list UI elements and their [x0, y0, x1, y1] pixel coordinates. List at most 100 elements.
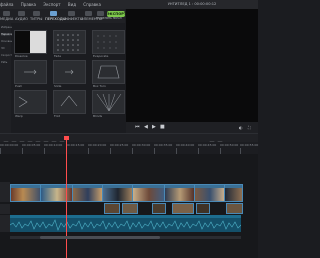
- rays-icon: [96, 93, 122, 112]
- transition-name: Fold: [54, 114, 61, 118]
- tab-label: ПЕРЕХОДЫ: [45, 17, 66, 21]
- arrow-icon: [24, 69, 37, 75]
- clip-header: [133, 185, 165, 188]
- transitions-grid: Dissolve Fade Evaporate Push Slide Box T…: [12, 26, 125, 133]
- transition-name: Evaporate: [93, 54, 109, 58]
- play-icon[interactable]: ▶: [152, 125, 156, 130]
- step-back-icon[interactable]: ◀: [144, 125, 148, 130]
- transition-icon: [50, 11, 57, 16]
- ruler-tick-label: 00:00:05:00: [22, 143, 41, 147]
- tab-label: АУДИО: [15, 17, 28, 21]
- video-track-header: [0, 182, 10, 202]
- transition-name: Fade: [54, 54, 62, 58]
- clip-header: [103, 185, 133, 188]
- clip-header: [165, 185, 195, 188]
- transition-thumb[interactable]: Box Turn: [92, 60, 125, 88]
- playhead-handle[interactable]: [64, 136, 69, 140]
- tab-effects[interactable]: ЭФФЕКТЫ: [64, 9, 83, 23]
- transition-name: Blinds: [93, 114, 103, 118]
- ruler-tick-label: 00:00:45:00: [198, 143, 217, 147]
- transition-thumb[interactable]: Slide: [53, 60, 86, 88]
- video-clip[interactable]: [224, 184, 243, 202]
- video-clip[interactable]: [172, 203, 194, 214]
- menu-item-file[interactable]: файла: [0, 2, 13, 7]
- transition-name: Slide: [54, 84, 62, 88]
- video-track-header: [0, 204, 10, 214]
- elements-icon: [85, 11, 92, 16]
- timeline-scrollbar-thumb[interactable]: [40, 236, 160, 239]
- transition-thumb[interactable]: Dissolve: [14, 30, 47, 58]
- stop-icon[interactable]: ■: [160, 125, 165, 130]
- text-icon: [33, 11, 40, 16]
- effects-icon: [68, 11, 75, 16]
- category-transitions[interactable]: Переходы: [1, 33, 15, 36]
- preview-title: УНТИТЛЕД 1 : 00:00:00:12: [167, 2, 217, 6]
- tab-label: МЕДИА: [0, 17, 14, 21]
- video-clip[interactable]: [226, 203, 243, 214]
- fullscreen-icon[interactable]: ⛶: [248, 125, 251, 130]
- menu-item-export[interactable]: Экспорт: [43, 2, 60, 7]
- transition-name: Push: [15, 84, 23, 88]
- video-clip[interactable]: [194, 184, 226, 202]
- playhead-line[interactable]: [66, 138, 67, 258]
- fold-icon: [60, 95, 78, 107]
- tab-audio[interactable]: АУДИО: [15, 9, 29, 23]
- transition-thumb[interactable]: Push: [14, 60, 47, 88]
- video-clip[interactable]: [196, 203, 210, 214]
- dots-grid-icon: [97, 35, 117, 49]
- tab-label: ТИТРЫ: [30, 17, 43, 21]
- playback-controls: ⏮ ◀ ▶ ■ ◐ ⛶: [126, 122, 258, 133]
- ruler-tick-label: 00:00:10:00: [44, 143, 63, 147]
- clip-header: [73, 185, 103, 188]
- video-clip[interactable]: [104, 203, 120, 214]
- video-clip[interactable]: [102, 184, 134, 202]
- menu-item-edit[interactable]: Правка: [21, 2, 36, 7]
- video-clip[interactable]: [122, 203, 138, 214]
- video-clip[interactable]: [40, 184, 74, 202]
- preview-viewport[interactable]: [126, 9, 258, 122]
- audio-track-header: [0, 215, 10, 232]
- menu-item-help[interactable]: Справка: [83, 2, 101, 7]
- tab-elements[interactable]: ЭЛЕМЕНТЫ: [81, 9, 102, 23]
- video-clip[interactable]: [10, 184, 42, 202]
- transition-thumb[interactable]: Warp: [14, 90, 47, 118]
- tab-media[interactable]: МЕДИА: [0, 9, 14, 23]
- video-clip[interactable]: [132, 184, 166, 202]
- export-button[interactable]: ЭКСПОРТ: [107, 11, 126, 17]
- ruler-tick-label: 00:00:40:00: [176, 143, 195, 147]
- tab-split-screen[interactable]: РАЗДЕЛИТЬ ЭКРАН: [96, 9, 122, 23]
- music-icon: [18, 11, 25, 16]
- category-panel: Избранное Переходы Основные 3D Скорость …: [0, 23, 16, 133]
- category-favorites[interactable]: Избранное: [1, 26, 16, 29]
- menu-item-view[interactable]: Вид: [68, 2, 76, 7]
- ruler-tick-label: 00:00:00:00: [0, 143, 19, 147]
- video-clip[interactable]: [152, 203, 166, 214]
- split-screen-icon: [97, 11, 104, 16]
- transition-thumb[interactable]: Blinds: [92, 90, 125, 118]
- transition-thumb[interactable]: Evaporate: [92, 30, 125, 58]
- video-clip[interactable]: [164, 184, 196, 202]
- ruler-tick-label: 00:00:55:00: [240, 143, 259, 147]
- arrow-icon: [65, 69, 74, 75]
- audio-waveform: [10, 219, 241, 231]
- ruler-tick-label: 00:00:50:00: [220, 143, 239, 147]
- category-basic[interactable]: Основные: [1, 40, 15, 43]
- timeline-ruler[interactable]: 00:00:00:00 00:00:05:00 00:00:10:00 00:0…: [0, 142, 258, 154]
- audio-clip[interactable]: [10, 215, 241, 232]
- transition-name: Warp: [15, 114, 23, 118]
- category-ripple[interactable]: Рябь: [1, 61, 10, 64]
- ruler-tick-label: 00:00:30:00: [132, 143, 151, 147]
- transition-thumb[interactable]: Fold: [53, 90, 86, 118]
- category-3d[interactable]: 3D: [1, 47, 10, 50]
- transition-name: Box Turn: [93, 84, 106, 88]
- category-speed[interactable]: Скорость: [1, 54, 14, 57]
- dissolve-icon: [15, 31, 46, 53]
- transition-name: Dissolve: [15, 54, 28, 58]
- warp-icon: [18, 96, 28, 108]
- tab-titles[interactable]: ТИТРЫ: [30, 9, 44, 23]
- video-clip[interactable]: [72, 184, 104, 202]
- tab-transitions[interactable]: ПЕРЕХОДЫ: [45, 9, 66, 23]
- volume-icon[interactable]: ◐: [239, 125, 243, 130]
- rewind-icon[interactable]: ⏮: [135, 125, 140, 130]
- transition-thumb[interactable]: Fade: [53, 30, 86, 58]
